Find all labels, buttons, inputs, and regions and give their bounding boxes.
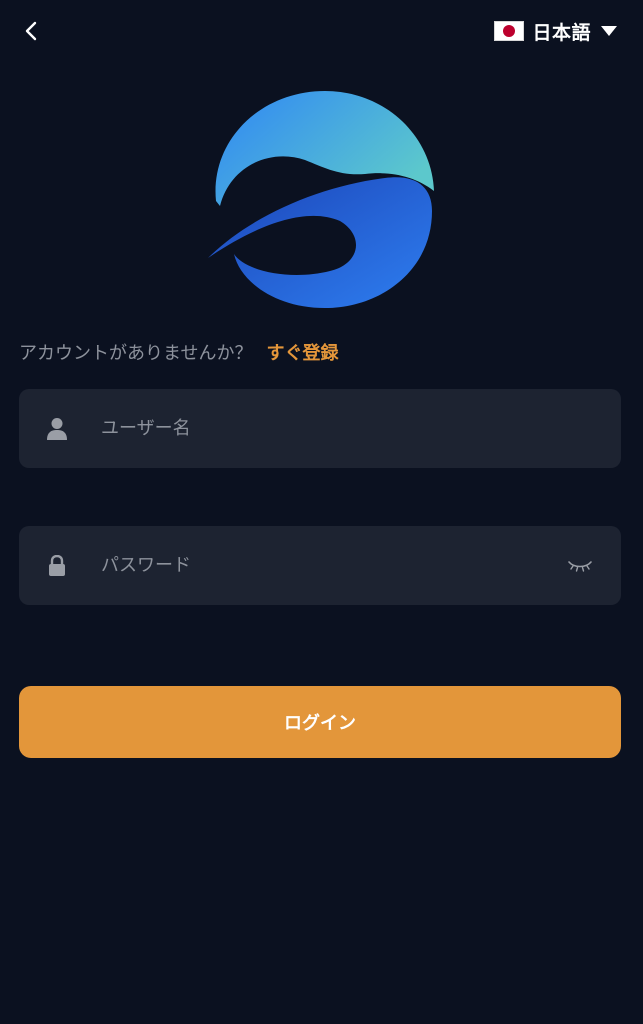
signup-question: アカウントがありませんか？ xyxy=(19,343,253,364)
brand-logo xyxy=(208,91,434,308)
login-button[interactable]: ログイン xyxy=(19,686,621,758)
back-button[interactable] xyxy=(14,14,48,48)
chevron-left-icon xyxy=(25,21,37,41)
register-link[interactable]: すぐ登録 xyxy=(266,339,338,365)
username-field[interactable] xyxy=(19,389,621,468)
username-input[interactable] xyxy=(101,389,561,468)
language-label: 日本語 xyxy=(532,21,591,44)
lock-icon xyxy=(46,554,68,578)
login-screen: 日本語 アカウントがありませんか？ すぐ登録 ユーザー名 ログイン xyxy=(0,0,643,1024)
triangle-down-icon xyxy=(601,26,617,36)
language-switcher[interactable]: 日本語 xyxy=(494,18,617,44)
top-bar: 日本語 xyxy=(0,0,643,60)
user-icon xyxy=(46,417,68,441)
signup-prompt: アカウントがありませんか？ すぐ登録 xyxy=(19,337,338,367)
japan-flag-icon xyxy=(494,21,525,41)
password-input[interactable] xyxy=(101,526,561,605)
password-field[interactable] xyxy=(19,526,621,605)
eye-closed-icon[interactable] xyxy=(565,556,595,576)
